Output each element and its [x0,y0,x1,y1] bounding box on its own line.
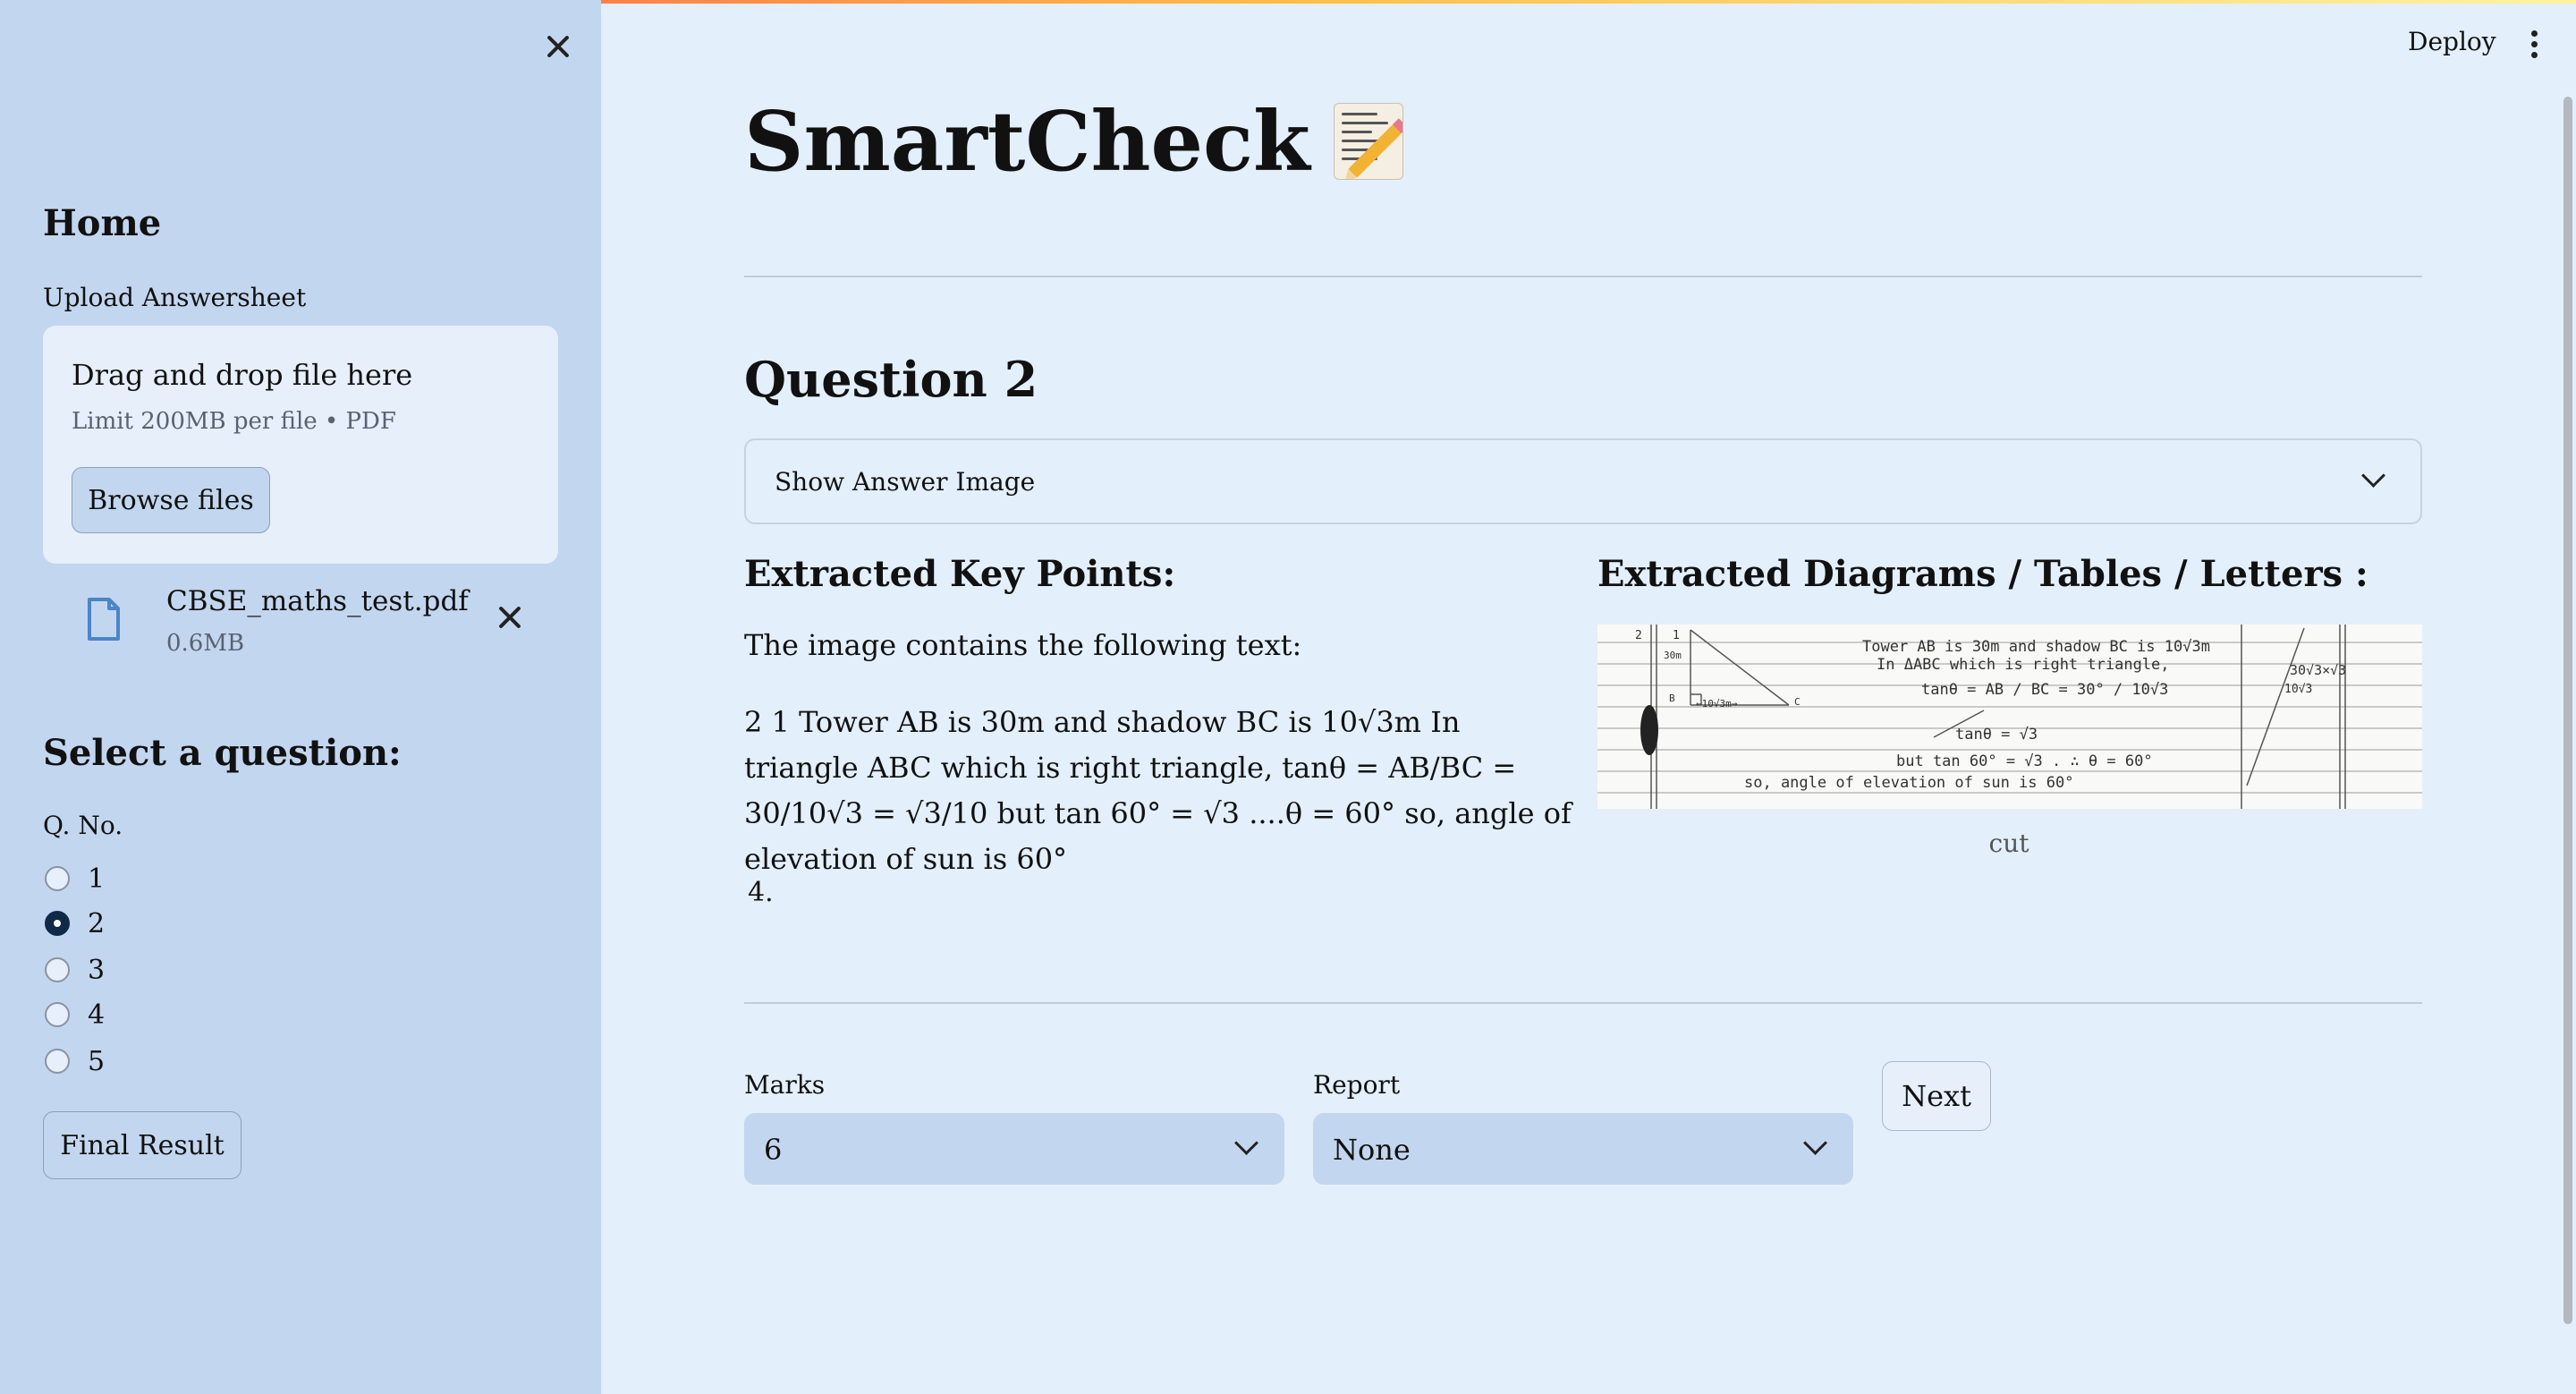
sidebar-home-title: Home [43,202,162,244]
handwriting-line-1: Tower AB is 30m and shadow BC is 10√3m [1862,638,2210,656]
handwriting-line-5: but tan 60° = √3 . ∴ θ = 60° [1896,752,2153,770]
handwriting-line-3: tanθ = AB / BC = 30° / 10√3 [1921,681,2168,699]
deploy-button[interactable]: Deploy [2408,27,2496,56]
diagram-caption: cut [1988,829,2029,858]
divider [744,1002,2422,1004]
memo-icon [1333,103,1403,180]
report-value: None [1333,1133,1411,1167]
chevron-down-icon [1234,1131,1258,1155]
show-answer-image-expander[interactable]: Show Answer Image [744,438,2422,524]
dropzone-subtitle: Limit 200MB per file • PDF [72,408,396,435]
diagram-label-b: B [1669,693,1675,704]
diagrams-title: Extracted Diagrams / Tables / Letters : [1597,553,2368,595]
handwriting-line-4: tanθ = √3 [1955,726,2038,744]
next-button[interactable]: Next [1882,1061,1991,1131]
radio-question-4[interactable]: 4 [45,997,105,1033]
key-points-title: Extracted Key Points: [744,553,1176,595]
marks-label: Marks [744,1070,826,1100]
chevron-down-icon [1803,1131,1827,1155]
page-title: SmartCheck [744,93,1403,190]
radio-label: 2 [88,907,106,939]
app-title: SmartCheck [744,93,1310,190]
expander-label: Show Answer Image [775,467,1036,497]
radio-label: 5 [88,1045,106,1077]
radio-label: 3 [88,954,106,986]
radio-question-1[interactable]: 1 [45,861,105,897]
uploaded-file-size: 0.6MB [166,630,245,657]
radio-label: 4 [88,999,106,1031]
report-select[interactable]: None [1313,1113,1853,1185]
question-number-label: Q. No. [43,811,123,840]
key-points-body: 2 1 Tower AB is 30m and shadow BC is 10√… [744,705,1572,876]
uploaded-file-name: CBSE_maths_test.pdf [166,585,469,617]
remove-file-icon[interactable] [494,601,526,633]
radio-question-2[interactable]: 2 [45,905,105,941]
question-title: Question 2 [744,351,1038,408]
key-points-list-item: 4. [748,877,774,908]
dropzone-title: Drag and drop file here [72,358,413,392]
radio-label: 1 [88,863,106,895]
file-dropzone[interactable]: Drag and drop file here Limit 200MB per … [43,326,558,564]
radio-button[interactable] [45,1002,70,1027]
diagram-label-30m: 30m [1664,650,1682,661]
handwriting-line-2: In ΔABC which is right triangle, [1877,656,2170,674]
browse-files-button[interactable]: Browse files [72,467,270,533]
extracted-diagram-image: 2 1 30m B ←10√3m→ C Tower AB is 30m and … [1597,625,2422,809]
divider [744,276,2422,277]
radio-question-5[interactable]: 5 [45,1043,105,1079]
select-question-title: Select a question: [43,732,402,774]
final-result-button[interactable]: Final Result [43,1111,242,1179]
handwriting-line-6: so, angle of elevation of sun is 60° [1744,774,2073,792]
radio-button[interactable] [45,1049,70,1074]
diagram-label-base: ←10√3m→ [1696,698,1738,710]
more-options-icon[interactable] [2529,30,2538,59]
upload-label: Upload Answersheet [43,283,307,312]
diagram-label-c: C [1794,696,1801,708]
marks-select[interactable]: 6 [744,1113,1284,1185]
radio-question-3[interactable]: 3 [45,952,105,988]
chevron-down-icon [2361,463,2385,488]
handwriting-side-note-2: 10√3 [2284,683,2312,696]
radio-button[interactable] [45,957,70,982]
diagram-label-1: 1 [1673,629,1680,642]
marks-value: 6 [764,1133,783,1167]
handwriting-side-note: 30√3×√3 [2290,662,2346,678]
sidebar: Home Upload Answersheet Drag and drop fi… [0,0,601,1394]
radio-button[interactable] [45,866,70,891]
key-points-intro: The image contains the following text: [744,628,1302,662]
diagram-label-2: 2 [1635,629,1642,642]
report-label: Report [1313,1070,1401,1100]
file-icon [88,598,120,641]
close-sidebar-icon[interactable] [540,29,576,64]
radio-button-selected[interactable] [45,911,70,936]
scrollbar[interactable] [2563,97,2572,1324]
